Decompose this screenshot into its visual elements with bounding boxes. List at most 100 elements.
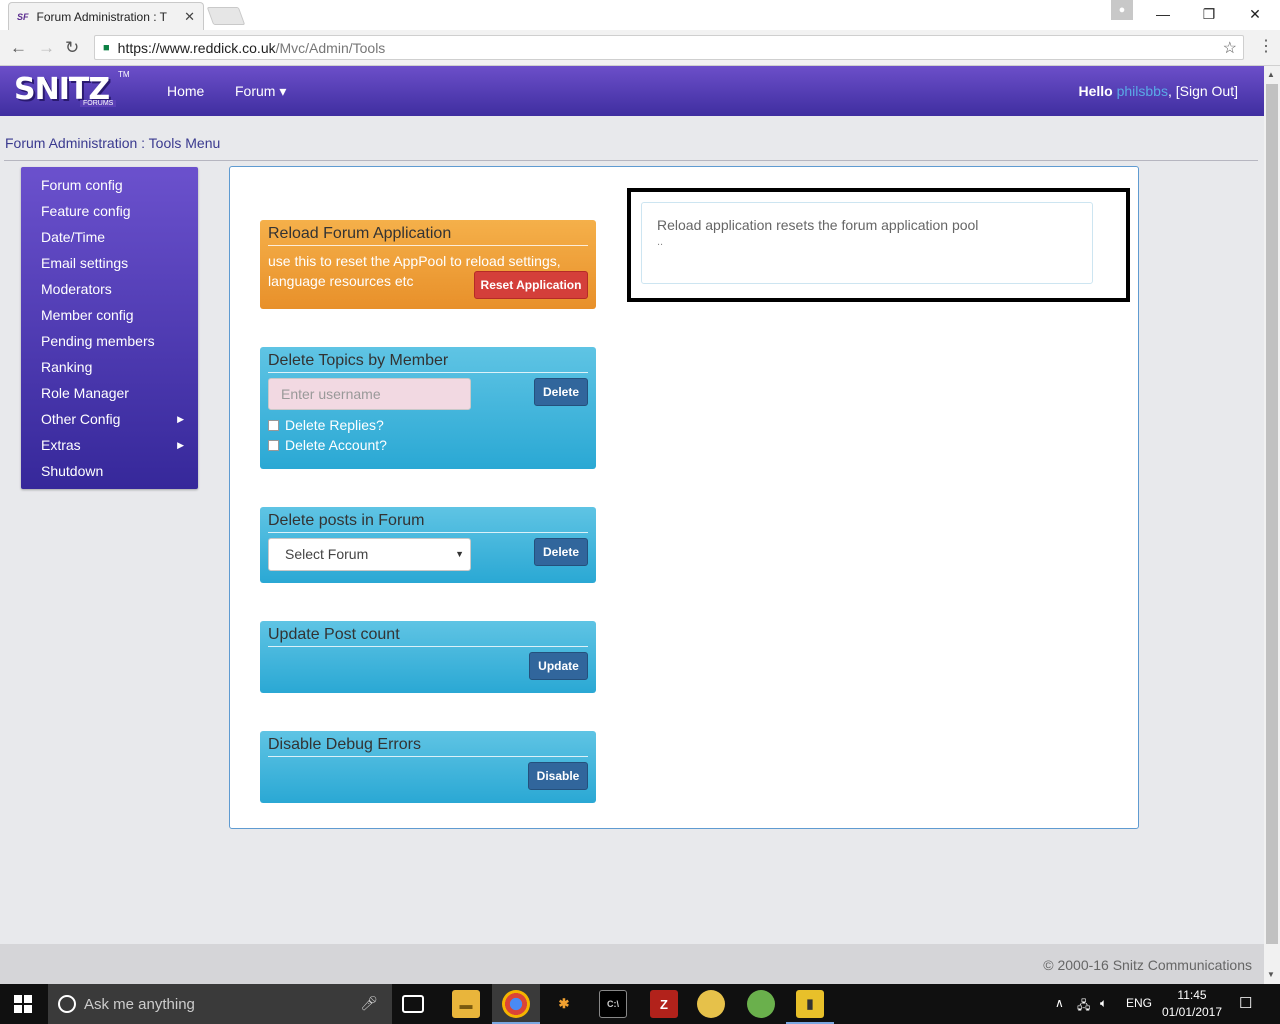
clock-date: 01/01/2017 [1161, 1005, 1223, 1019]
sidebar-item-other-config[interactable]: Other Config ▶ [21, 409, 198, 435]
sidebar-item-label: Email settings [41, 255, 129, 271]
close-window-icon[interactable]: ✕ [1244, 4, 1266, 24]
delete-posts-card: Delete posts in Forum Select Forum ▼ Del… [260, 507, 596, 583]
snitz-favicon-icon: SF [17, 11, 29, 22]
browser-titlebar: SF Forum Administration : T ✕ ● — ❐ ✕ [0, 0, 1280, 30]
info-highlight-box: Reload application resets the forum appl… [627, 188, 1130, 302]
username-link[interactable]: philsbbs [1117, 83, 1168, 99]
scroll-down-icon[interactable]: ▼ [1267, 970, 1275, 979]
server-app-icon[interactable] [747, 990, 775, 1018]
database-app-icon[interactable] [697, 990, 725, 1018]
sidebar-item-email-settings[interactable]: Email settings [21, 253, 198, 279]
snitz-logo[interactable]: SNITZ FORUMS TM [14, 70, 130, 112]
network-icon[interactable]: 🖧︎ [1077, 996, 1090, 1017]
admin-sidebar: Forum config Feature config Date/Time Em… [21, 167, 198, 489]
site-navbar: SNITZ FORUMS TM Home Forum ▾ Hello phils… [0, 66, 1264, 116]
windows-start-icon[interactable] [14, 995, 32, 1013]
delete-replies-row: Delete Replies? [268, 417, 384, 433]
delete-topics-button[interactable]: Delete [534, 378, 588, 406]
forward-icon[interactable]: → [38, 38, 55, 58]
nav-home-link[interactable]: Home [167, 83, 204, 99]
delete-posts-button[interactable]: Delete [534, 538, 588, 566]
card-title: Delete posts in Forum [268, 509, 588, 533]
sidebar-item-member-config[interactable]: Member config [21, 305, 198, 331]
task-view-icon[interactable] [402, 995, 424, 1013]
file-explorer-icon[interactable]: ▬ [452, 990, 480, 1018]
windows-taskbar: Ask me anything 🎤︎ ▬ ✱ C:\ Z ▮ ∧ 🖧︎ 🔈︎ E… [0, 984, 1280, 1024]
scroll-up-icon[interactable]: ▲ [1267, 70, 1275, 79]
cortana-search-box[interactable]: Ask me anything 🎤︎ [48, 984, 392, 1024]
microphone-icon[interactable]: 🎤︎ [360, 995, 378, 1012]
user-greeting: Hello philsbbs, [Sign Out] [1078, 83, 1238, 99]
nav-forum-dropdown[interactable]: Forum ▾ [235, 83, 286, 100]
sidebar-item-date-time[interactable]: Date/Time [21, 227, 198, 253]
url-host: https://www.reddick.co.uk [117, 39, 276, 56]
sidebar-item-ranking[interactable]: Ranking [21, 357, 198, 383]
page-footer: © 2000-16 Snitz Communications [0, 944, 1264, 984]
cortana-icon [58, 995, 76, 1013]
profile-icon[interactable]: ● [1111, 0, 1133, 20]
page-viewport: SNITZ FORUMS TM Home Forum ▾ Hello phils… [0, 66, 1264, 984]
tray-chevron-icon[interactable]: ∧ [1055, 996, 1064, 1010]
sidebar-item-forum-config[interactable]: Forum config [21, 175, 198, 201]
sidebar-item-label: Shutdown [41, 463, 104, 479]
minimize-icon[interactable]: — [1152, 4, 1174, 24]
reset-application-button[interactable]: Reset Application [474, 271, 588, 299]
logo-trademark: TM [118, 70, 130, 79]
sidebar-item-label: Ranking [41, 359, 93, 375]
sidebar-item-label: Forum config [41, 177, 123, 193]
back-icon[interactable]: ← [10, 38, 27, 58]
username-input[interactable]: Enter username [268, 378, 471, 410]
info-well: Reload application resets the forum appl… [641, 202, 1093, 284]
delete-account-checkbox[interactable] [268, 439, 279, 451]
disable-button[interactable]: Disable [528, 762, 588, 790]
card-title: Reload Forum Application [268, 222, 588, 246]
card-title: Update Post count [268, 623, 588, 647]
tools-app-icon[interactable]: ✱ [550, 990, 578, 1018]
language-indicator[interactable]: ENG [1126, 996, 1152, 1010]
sidebar-item-label: Member config [41, 307, 134, 323]
page-scrollbar[interactable]: ▲ ▼ [1264, 66, 1280, 984]
scroll-thumb[interactable] [1266, 84, 1278, 944]
forum-select[interactable]: Select Forum ▼ [268, 538, 471, 571]
caret-down-icon: ▼ [455, 549, 464, 559]
clock[interactable]: 11:45 01/01/2017 [1160, 987, 1224, 1021]
chrome-icon[interactable] [502, 990, 530, 1018]
notifications-icon[interactable]: ☐ [1239, 994, 1252, 1012]
sidebar-item-label: Pending members [41, 333, 155, 349]
tab-close-icon[interactable]: ✕ [184, 9, 195, 25]
disable-debug-card: Disable Debug Errors Disable [260, 731, 596, 803]
new-tab-button[interactable] [206, 7, 246, 25]
search-placeholder: Ask me anything [84, 995, 195, 1013]
sidebar-item-feature-config[interactable]: Feature config [21, 201, 198, 227]
reload-icon[interactable]: ↻ [65, 38, 79, 58]
sidebar-item-shutdown[interactable]: Shutdown [21, 461, 198, 487]
delete-account-row: Delete Account? [268, 437, 387, 453]
copyright-text: © 2000-16 Snitz Communications [1043, 957, 1252, 973]
filezilla-icon[interactable]: Z [650, 990, 678, 1018]
restore-icon[interactable]: ❐ [1198, 4, 1220, 24]
caret-right-icon: ▶ [177, 440, 184, 450]
info-ellipsis: .. [657, 236, 664, 248]
command-prompt-icon[interactable]: C:\ [599, 990, 627, 1018]
archive-app-icon[interactable]: ▮ [796, 990, 824, 1018]
sidebar-item-label: Moderators [41, 281, 112, 297]
browser-tab[interactable]: SF Forum Administration : T ✕ [8, 2, 204, 30]
volume-icon[interactable]: 🔈︎ [1100, 996, 1107, 1011]
logo-subtext: FORUMS [80, 100, 117, 107]
sidebar-item-extras[interactable]: Extras ▶ [21, 435, 198, 461]
sign-out-link[interactable]: , [Sign Out] [1168, 83, 1238, 99]
sidebar-item-pending-members[interactable]: Pending members [21, 331, 198, 357]
sidebar-item-label: Extras [41, 437, 81, 453]
bookmark-star-icon[interactable]: ☆ [1223, 38, 1237, 58]
tab-title: Forum Administration : T [36, 9, 168, 24]
sidebar-item-role-manager[interactable]: Role Manager [21, 383, 198, 409]
delete-replies-checkbox[interactable] [268, 419, 279, 431]
clock-time: 11:45 [1177, 988, 1207, 1002]
url-bar[interactable]: ■ https://www.reddick.co.uk/Mvc/Admin/To… [94, 35, 1244, 60]
tools-panel: Reload Forum Application use this to res… [229, 166, 1139, 829]
chrome-menu-icon[interactable]: ⋮ [1258, 36, 1274, 56]
sidebar-item-label: Feature config [41, 203, 131, 219]
sidebar-item-moderators[interactable]: Moderators [21, 279, 198, 305]
update-button[interactable]: Update [529, 652, 588, 680]
